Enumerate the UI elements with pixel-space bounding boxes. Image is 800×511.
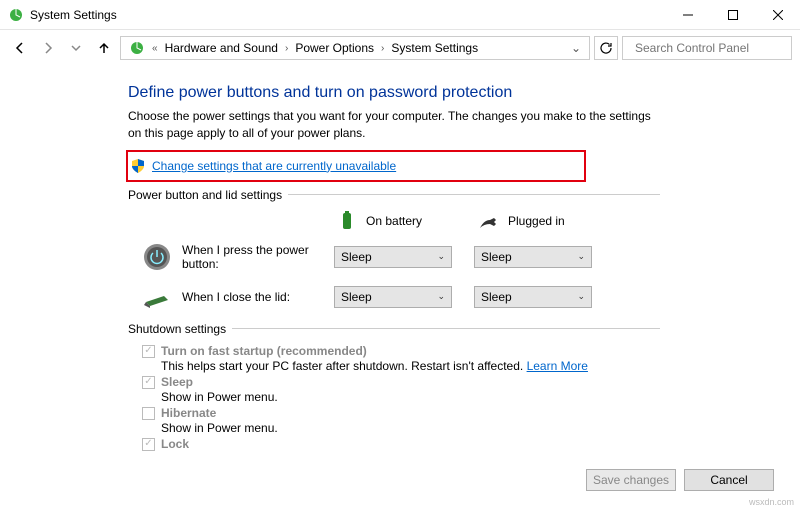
row-power-button: When I press the power button: Sleep⌄ Sl… xyxy=(128,242,660,272)
chevron-down-icon: ⌄ xyxy=(437,251,445,262)
navbar: « Hardware and Sound › Power Options › S… xyxy=(0,30,800,66)
window-title: System Settings xyxy=(30,8,117,22)
change-settings-callout: Change settings that are currently unava… xyxy=(126,150,586,182)
power-button-plugged-dropdown[interactable]: Sleep⌄ xyxy=(474,246,592,268)
control-panel-icon xyxy=(129,40,145,56)
content: Define power buttons and turn on passwor… xyxy=(0,66,660,451)
close-lid-battery-dropdown[interactable]: Sleep⌄ xyxy=(334,286,452,308)
shutdown-sleep: Sleep Show in Power menu. xyxy=(142,375,660,404)
maximize-button[interactable] xyxy=(710,0,755,30)
chevron-down-icon: ⌄ xyxy=(577,291,585,302)
back-button[interactable] xyxy=(8,36,32,60)
row-close-lid: When I close the lid: Sleep⌄ Sleep⌄ xyxy=(128,282,660,312)
power-button-lid-group: Power button and lid settings On battery… xyxy=(128,188,660,312)
chevron-right-icon: › xyxy=(284,43,289,54)
search-box[interactable] xyxy=(622,36,792,60)
breadcrumb-item[interactable]: Power Options xyxy=(291,41,378,55)
chevron-right-icon: › xyxy=(380,43,385,54)
checkbox[interactable] xyxy=(142,407,155,420)
group-rule xyxy=(288,194,660,195)
chevron-down-icon: ⌄ xyxy=(437,291,445,302)
footer: Save changes Cancel xyxy=(586,469,774,491)
breadcrumb-item[interactable]: System Settings xyxy=(387,41,482,55)
battery-icon xyxy=(336,210,358,232)
shutdown-settings-group: Shutdown settings Turn on fast startup (… xyxy=(128,322,660,451)
chevron-left-icon: « xyxy=(151,43,159,54)
minimize-button[interactable] xyxy=(665,0,710,30)
shield-icon xyxy=(130,158,146,174)
breadcrumb-item[interactable]: Hardware and Sound xyxy=(161,41,282,55)
checkbox[interactable] xyxy=(142,345,155,358)
group-title: Shutdown settings xyxy=(128,322,226,336)
row-label: When I press the power button: xyxy=(182,243,334,271)
learn-more-link[interactable]: Learn More xyxy=(527,359,588,373)
breadcrumb[interactable]: « Hardware and Sound › Power Options › S… xyxy=(120,36,590,60)
power-button-icon xyxy=(142,242,172,272)
group-rule xyxy=(232,328,660,329)
cancel-button[interactable]: Cancel xyxy=(684,469,774,491)
page-intro: Choose the power settings that you want … xyxy=(128,108,660,142)
breadcrumb-dropdown[interactable]: ⌄ xyxy=(567,41,585,55)
recent-dropdown[interactable] xyxy=(64,36,88,60)
plug-icon xyxy=(478,210,500,232)
up-button[interactable] xyxy=(92,36,116,60)
titlebar: System Settings xyxy=(0,0,800,30)
shutdown-fast-startup: Turn on fast startup (recommended) This … xyxy=(142,344,660,373)
laptop-lid-icon xyxy=(142,282,172,312)
close-button[interactable] xyxy=(755,0,800,30)
group-title: Power button and lid settings xyxy=(128,188,282,202)
checkbox[interactable] xyxy=(142,376,155,389)
page-heading: Define power buttons and turn on passwor… xyxy=(128,84,660,102)
col-plugged-in: Plugged in xyxy=(478,210,598,232)
row-label: When I close the lid: xyxy=(182,290,334,304)
checkbox[interactable] xyxy=(142,438,155,451)
close-lid-plugged-dropdown[interactable]: Sleep⌄ xyxy=(474,286,592,308)
shutdown-lock: Lock xyxy=(142,437,660,451)
watermark: wsxdn.com xyxy=(749,497,794,507)
save-button: Save changes xyxy=(586,469,676,491)
shutdown-hibernate: Hibernate Show in Power menu. xyxy=(142,406,660,435)
search-input[interactable] xyxy=(635,41,790,55)
app-icon xyxy=(8,7,24,23)
change-settings-link[interactable]: Change settings that are currently unava… xyxy=(152,159,396,173)
refresh-button[interactable] xyxy=(594,36,618,60)
col-on-battery: On battery xyxy=(336,210,456,232)
forward-button xyxy=(36,36,60,60)
power-button-battery-dropdown[interactable]: Sleep⌄ xyxy=(334,246,452,268)
chevron-down-icon: ⌄ xyxy=(577,251,585,262)
